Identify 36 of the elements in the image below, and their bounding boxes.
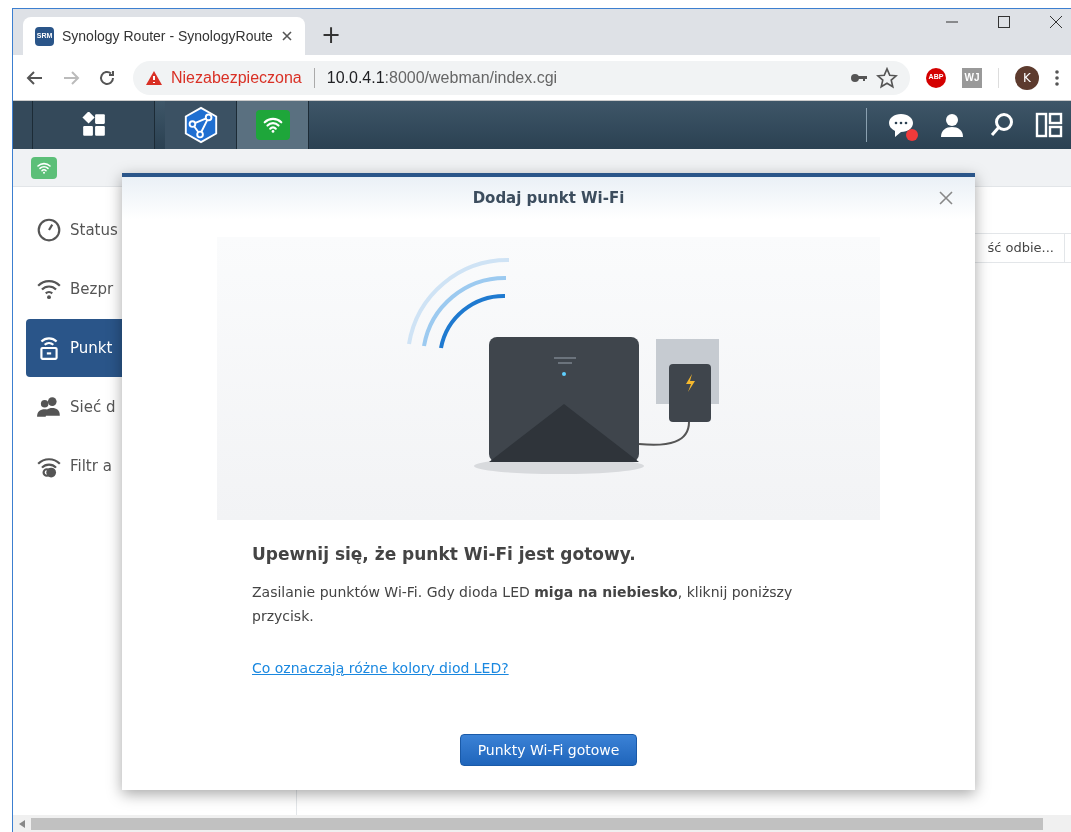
user-icon[interactable]	[939, 112, 965, 138]
ready-button[interactable]: Punkty Wi-Fi gotowe	[459, 734, 638, 766]
sidebar-item[interactable]: Sieć d	[26, 378, 283, 436]
tab-title: Synology Router - SynologyRoute	[62, 26, 273, 46]
dialog-title: Dodaj punkt Wi-Fi	[472, 187, 625, 209]
widgets-icon[interactable]	[1035, 112, 1063, 138]
sidebar-item[interactable]: Status	[26, 201, 283, 259]
horizontal-scrollbar[interactable]	[13, 815, 1071, 832]
people-icon	[36, 394, 62, 420]
maximize-icon[interactable]	[997, 15, 1011, 29]
help-link[interactable]: Co oznaczają różne kolory diod LED?	[252, 657, 509, 679]
url-text: 10.0.4.1:8000/webman/index.cgi	[326, 67, 558, 88]
gauge-icon	[36, 217, 62, 243]
taskbar-app[interactable]	[237, 101, 309, 149]
description: Zasilanie punktów Wi-Fi. Gdy dioda LED miga na niebiesko, kliknij poniższy przycisk.	[252, 582, 794, 626]
profile-avatar[interactable]: K	[1015, 65, 1039, 90]
close-icon[interactable]	[1049, 15, 1063, 29]
address-field[interactable]: Niezabezpieczona 10.0.4.1:8000/webman/index.cgi	[133, 60, 910, 95]
search-icon[interactable]	[989, 112, 1015, 138]
menu-icon[interactable]	[1055, 69, 1059, 86]
star-icon[interactable]	[876, 66, 898, 89]
chat-icon[interactable]	[887, 112, 915, 138]
warning-icon	[145, 69, 163, 86]
sidebar-item[interactable]: Filtr a	[26, 437, 283, 495]
taskbar-app[interactable]	[165, 101, 237, 149]
new-tab-button[interactable]: +	[321, 23, 342, 47]
sidebar-item[interactable]: Bezpr	[26, 260, 283, 318]
scroll-left-icon[interactable]	[19, 819, 25, 828]
app-grid-icon	[80, 112, 107, 138]
key-icon[interactable]	[850, 71, 868, 84]
close-icon[interactable]	[281, 30, 293, 42]
column-header[interactable]: ść odbie...	[987, 234, 1065, 262]
security-label: Niezabezpieczona	[171, 67, 302, 88]
taskbar-handle[interactable]	[13, 101, 33, 149]
heading: Upewnij się, że punkt Wi-Fi jest gotowy.	[252, 543, 637, 566]
taskbar-app[interactable]	[33, 101, 155, 149]
